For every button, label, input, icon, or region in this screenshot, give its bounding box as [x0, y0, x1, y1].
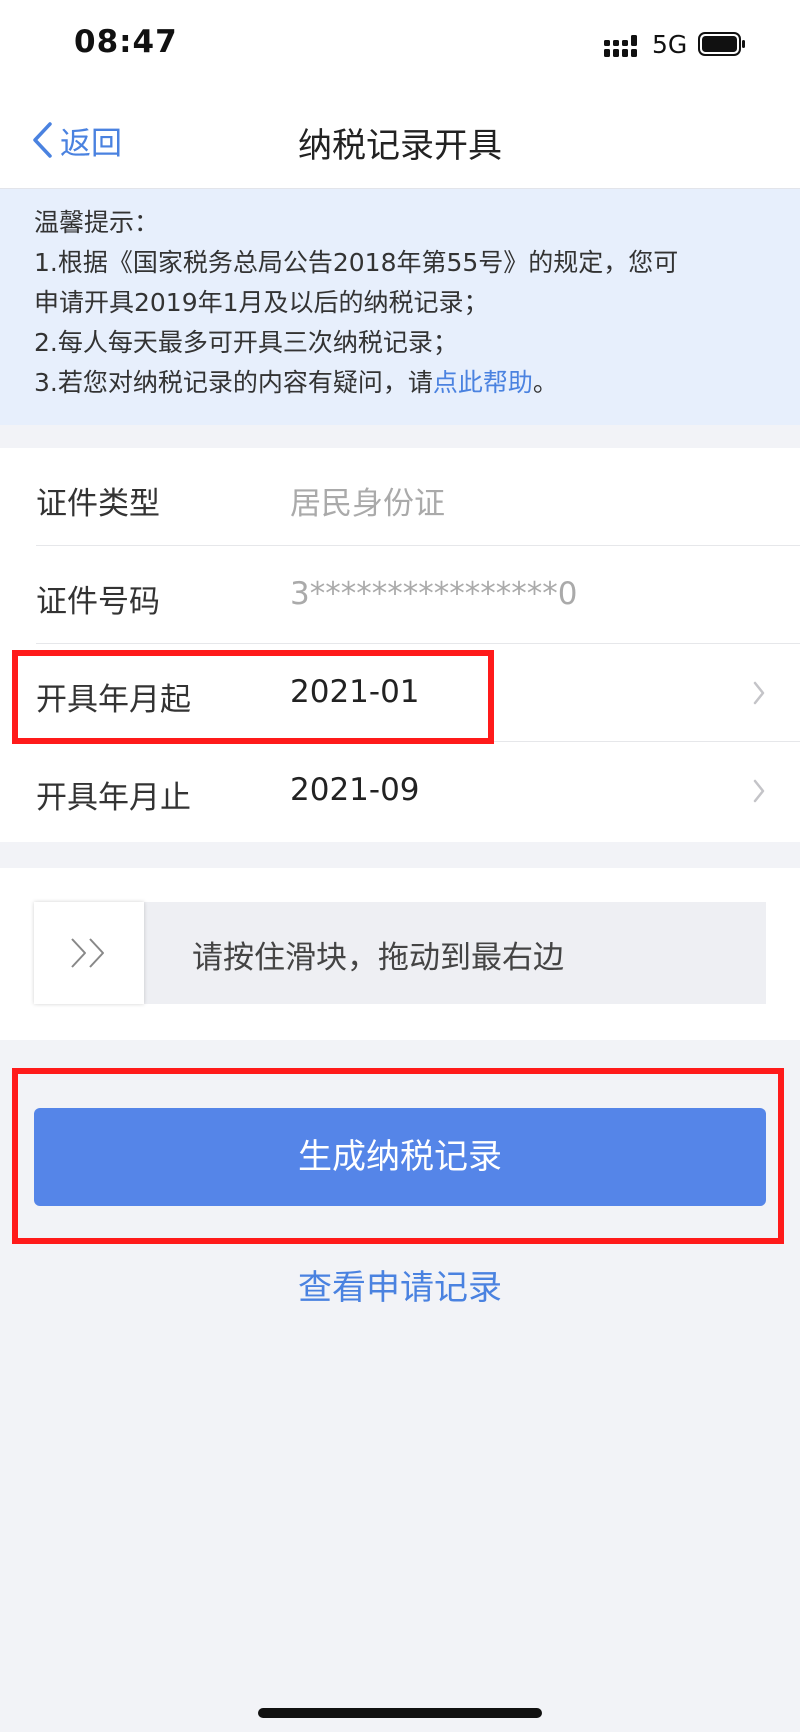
double-chevron-right-icon	[71, 938, 104, 968]
help-link[interactable]: 点此帮助	[433, 368, 533, 397]
end-month-value: 2021-09	[290, 772, 420, 808]
generate-record-button[interactable]: 生成纳税记录	[34, 1108, 766, 1206]
tips-line-2: 申请开具2019年1月及以后的纳税记录；	[34, 288, 489, 317]
home-indicator	[258, 1708, 542, 1718]
start-month-label: 开具年月起	[36, 682, 191, 718]
page-title: 纳税记录开具	[298, 126, 502, 166]
id-type-value: 居民身份证	[290, 486, 445, 522]
record-form: 证件类型 居民身份证 证件号码 3****************0 开具年月起…	[0, 448, 800, 842]
view-records-link[interactable]: 查看申请记录	[0, 1260, 800, 1309]
id-type-label: 证件类型	[36, 486, 160, 522]
id-number-label: 证件号码	[36, 584, 160, 620]
battery-icon	[698, 32, 745, 56]
tips-heading: 温馨提示：	[34, 208, 160, 237]
tips-panel: 温馨提示： 1.根据《国家税务总局公告2018年第55号》的规定，您可 申请开具…	[0, 189, 800, 425]
slider-hint: 请按住滑块，拖动到最右边	[192, 940, 564, 976]
id-number-row: 证件号码 3****************0	[0, 546, 800, 644]
cellular-signal-icon	[604, 35, 637, 57]
status-bar: 08:47 5G	[0, 0, 800, 92]
tips-line-4: 3.若您对纳税记录的内容有疑问，请点此帮助。	[34, 363, 770, 403]
tips-line-3: 2.每人每天最多可开具三次纳税记录；	[34, 328, 458, 357]
end-month-row[interactable]: 开具年月止 2021-09	[0, 742, 800, 840]
status-time: 08:47	[74, 24, 178, 60]
start-month-row[interactable]: 开具年月起 2021-01	[0, 644, 800, 742]
network-type: 5G	[652, 30, 688, 59]
nav-bar: 返回 纳税记录开具	[0, 92, 800, 189]
id-type-row: 证件类型 居民身份证	[0, 448, 800, 546]
slider-handle[interactable]	[34, 902, 144, 1004]
chevron-right-icon	[753, 681, 765, 705]
tips-line-1: 1.根据《国家税务总局公告2018年第55号》的规定，您可	[34, 248, 679, 277]
id-number-value: 3****************0	[290, 576, 578, 612]
tips-line-4-suffix: 。	[532, 368, 558, 397]
start-month-value: 2021-01	[290, 674, 420, 710]
end-month-label: 开具年月止	[36, 780, 191, 816]
tips-line-4-prefix: 3.若您对纳税记录的内容有疑问，请	[34, 368, 433, 397]
slider-panel: 请按住滑块，拖动到最右边	[0, 868, 800, 1040]
chevron-right-icon	[753, 779, 765, 803]
